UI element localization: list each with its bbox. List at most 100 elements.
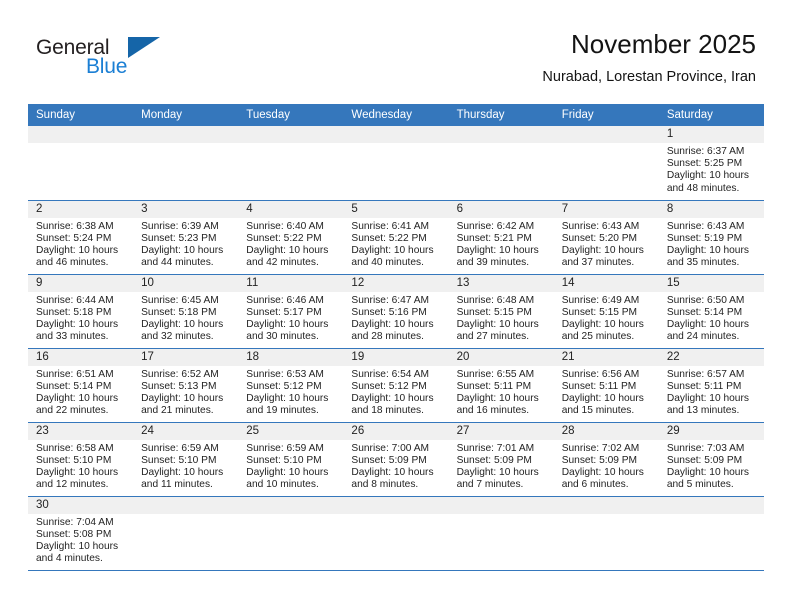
day-cell-details: Sunrise: 6:43 AM Sunset: 5:20 PM Daylight:… — [554, 218, 659, 270]
sunset-text: Sunset: 5:24 PM — [36, 232, 112, 244]
calendar-empty-cell — [553, 126, 659, 201]
day-number — [553, 496, 659, 514]
sunrise-text: Sunrise: 6:40 AM — [246, 220, 324, 232]
calendar-weekday-header: Sunday Monday Tuesday Wednesday Thursday… — [28, 104, 764, 126]
day-cell-inner: 23 Sunrise: 6:58 AM Sunset: 5:10 PM Dayligh… — [28, 422, 134, 496]
calendar-day-cell[interactable]: 3 Sunrise: 6:39 AM Sunset: 5:23 PM Daylight… — [133, 200, 239, 275]
day-cell-details: Sunrise: 6:45 AM Sunset: 5:18 PM Daylight:… — [133, 292, 238, 344]
sunset-text: Sunset: 5:18 PM — [141, 306, 217, 318]
day-cell-inner: 15 Sunrise: 6:50 AM Sunset: 5:14 PM Dayligh… — [658, 274, 764, 348]
day-cell-details: Sunrise: 6:40 AM Sunset: 5:22 PM Daylight:… — [238, 218, 343, 270]
general-blue-logo[interactable]: General Blue — [36, 36, 216, 84]
calendar-day-cell[interactable]: 12 Sunrise: 6:47 AM Sunset: 5:16 PM Dayligh… — [343, 274, 449, 349]
sunrise-text: Sunrise: 6:49 AM — [561, 294, 640, 306]
day-cell-details: Sunrise: 6:49 AM Sunset: 5:15 PM Daylight:… — [554, 292, 659, 344]
calendar-day-cell[interactable]: 5 Sunrise: 6:41 AM Sunset: 5:22 PM Daylight… — [343, 200, 449, 275]
calendar-empty-cell — [133, 126, 239, 201]
calendar-day-cell[interactable]: 2 Sunrise: 6:38 AM Sunset: 5:24 PM Daylight… — [28, 200, 134, 275]
day-number: 28 — [553, 422, 659, 440]
day-number: 13 — [448, 274, 554, 292]
day-cell-details: Sunrise: 6:57 AM Sunset: 5:11 PM Daylight:… — [659, 366, 764, 418]
day-cell-inner — [28, 126, 134, 200]
daylight-text: Daylight: 10 hours and 42 minutes. — [246, 244, 329, 269]
day-number — [343, 496, 449, 514]
day-cell-inner: 2 Sunrise: 6:38 AM Sunset: 5:24 PM Daylight… — [28, 200, 134, 274]
sunset-text: Sunset: 5:17 PM — [246, 306, 322, 318]
daylight-text: Daylight: 10 hours and 44 minutes. — [141, 244, 224, 269]
calendar-empty-cell — [448, 126, 554, 201]
calendar-empty-cell — [448, 496, 554, 571]
daylight-text: Daylight: 10 hours and 6 minutes. — [561, 466, 644, 491]
calendar-day-cell[interactable]: 10 Sunrise: 6:45 AM Sunset: 5:18 PM Dayligh… — [133, 274, 239, 349]
day-number — [658, 496, 764, 514]
day-cell-details: Sunrise: 6:59 AM Sunset: 5:10 PM Daylight:… — [133, 440, 238, 492]
day-cell-details: Sunrise: 6:47 AM Sunset: 5:16 PM Daylight:… — [343, 292, 448, 344]
daylight-text: Daylight: 10 hours and 12 minutes. — [36, 466, 119, 491]
day-cell-details: Sunrise: 6:55 AM Sunset: 5:11 PM Daylight:… — [449, 366, 554, 418]
day-cell-details: Sunrise: 6:50 AM Sunset: 5:14 PM Daylight:… — [659, 292, 764, 344]
day-cell-inner: 29 Sunrise: 7:03 AM Sunset: 5:09 PM Dayligh… — [658, 422, 764, 496]
day-cell-details: Sunrise: 6:37 AM Sunset: 5:25 PM Daylight:… — [659, 143, 764, 195]
calendar-day-cell[interactable]: 18 Sunrise: 6:53 AM Sunset: 5:12 PM Dayligh… — [238, 348, 344, 423]
calendar-day-cell[interactable]: 29 Sunrise: 7:03 AM Sunset: 5:09 PM Dayligh… — [658, 422, 764, 497]
calendar-day-cell[interactable]: 7 Sunrise: 6:43 AM Sunset: 5:20 PM Daylight… — [553, 200, 659, 275]
sunrise-text: Sunrise: 6:56 AM — [561, 368, 640, 380]
day-cell-details: Sunrise: 6:59 AM Sunset: 5:10 PM Daylight:… — [238, 440, 343, 492]
day-number — [343, 126, 449, 143]
calendar-day-cell[interactable]: 26 Sunrise: 7:00 AM Sunset: 5:09 PM Dayligh… — [343, 422, 449, 497]
calendar-day-cell[interactable]: 16 Sunrise: 6:51 AM Sunset: 5:14 PM Dayligh… — [28, 348, 134, 423]
calendar-day-cell[interactable]: 17 Sunrise: 6:52 AM Sunset: 5:13 PM Dayligh… — [133, 348, 239, 423]
day-cell-inner: 30 Sunrise: 7:04 AM Sunset: 5:08 PM Dayligh… — [28, 496, 134, 570]
sunset-text: Sunset: 5:09 PM — [666, 454, 743, 466]
calendar-day-cell[interactable]: 9 Sunrise: 6:44 AM Sunset: 5:18 PM Daylight… — [28, 274, 134, 349]
calendar-day-cell[interactable]: 25 Sunrise: 6:59 AM Sunset: 5:10 PM Dayligh… — [238, 422, 344, 497]
day-number: 11 — [238, 274, 344, 292]
day-cell-inner: 16 Sunrise: 6:51 AM Sunset: 5:14 PM Dayligh… — [28, 348, 134, 422]
page-title: November 2025 — [571, 29, 756, 59]
calendar-day-cell[interactable]: 13 Sunrise: 6:48 AM Sunset: 5:15 PM Dayligh… — [448, 274, 554, 349]
sunset-text: Sunset: 5:09 PM — [351, 454, 427, 466]
daylight-text: Daylight: 10 hours and 30 minutes. — [246, 318, 329, 343]
calendar-day-cell[interactable]: 8 Sunrise: 6:43 AM Sunset: 5:19 PM Daylight… — [658, 200, 764, 275]
weekday-header-sunday: Sunday — [28, 104, 134, 126]
day-cell-inner — [343, 496, 449, 570]
calendar-day-cell[interactable]: 6 Sunrise: 6:42 AM Sunset: 5:21 PM Daylight… — [448, 200, 554, 275]
calendar-body: 1 Sunrise: 6:37 AM Sunset: 5:25 PM Daylight… — [28, 126, 764, 571]
sunset-text: Sunset: 5:22 PM — [351, 232, 427, 244]
daylight-text: Daylight: 10 hours and 28 minutes. — [351, 318, 434, 343]
calendar-day-cell[interactable]: 21 Sunrise: 6:56 AM Sunset: 5:11 PM Dayligh… — [553, 348, 659, 423]
day-cell-inner: 21 Sunrise: 6:56 AM Sunset: 5:11 PM Dayligh… — [553, 348, 659, 422]
day-cell-inner: 25 Sunrise: 6:59 AM Sunset: 5:10 PM Dayligh… — [238, 422, 344, 496]
day-number: 22 — [658, 348, 764, 366]
calendar-day-cell[interactable]: 4 Sunrise: 6:40 AM Sunset: 5:22 PM Daylight… — [238, 200, 344, 275]
calendar-day-cell[interactable]: 15 Sunrise: 6:50 AM Sunset: 5:14 PM Dayligh… — [658, 274, 764, 349]
sunset-text: Sunset: 5:13 PM — [141, 380, 217, 392]
day-cell-inner: 6 Sunrise: 6:42 AM Sunset: 5:21 PM Daylight… — [448, 200, 554, 274]
calendar-week-row: 9 Sunrise: 6:44 AM Sunset: 5:18 PM Daylight… — [28, 274, 764, 349]
sunrise-text: Sunrise: 6:42 AM — [456, 220, 535, 232]
calendar-day-cell[interactable]: 14 Sunrise: 6:49 AM Sunset: 5:15 PM Dayligh… — [553, 274, 659, 349]
calendar-day-cell[interactable]: 20 Sunrise: 6:55 AM Sunset: 5:11 PM Dayligh… — [448, 348, 554, 423]
day-cell-details: Sunrise: 6:52 AM Sunset: 5:13 PM Daylight:… — [133, 366, 238, 418]
calendar-day-cell[interactable]: 27 Sunrise: 7:01 AM Sunset: 5:09 PM Dayligh… — [448, 422, 554, 497]
day-number: 30 — [28, 496, 134, 514]
daylight-text: Daylight: 10 hours and 10 minutes. — [246, 466, 329, 491]
sunset-text: Sunset: 5:09 PM — [456, 454, 532, 466]
calendar-day-cell[interactable]: 24 Sunrise: 6:59 AM Sunset: 5:10 PM Dayligh… — [133, 422, 239, 497]
daylight-text: Daylight: 10 hours and 16 minutes. — [456, 392, 539, 417]
day-number — [133, 126, 239, 143]
calendar-day-cell[interactable]: 28 Sunrise: 7:02 AM Sunset: 5:09 PM Dayligh… — [553, 422, 659, 497]
daylight-text: Daylight: 10 hours and 24 minutes. — [666, 318, 749, 343]
calendar-day-cell[interactable]: 23 Sunrise: 6:58 AM Sunset: 5:10 PM Dayligh… — [28, 422, 134, 497]
sunrise-text: Sunrise: 6:54 AM — [351, 368, 430, 380]
calendar-day-cell[interactable]: 19 Sunrise: 6:54 AM Sunset: 5:12 PM Dayligh… — [343, 348, 449, 423]
calendar-day-cell[interactable]: 30 Sunrise: 7:04 AM Sunset: 5:08 PM Dayligh… — [28, 496, 134, 571]
weekday-header-tuesday: Tuesday — [238, 104, 344, 126]
calendar-day-cell[interactable]: 22 Sunrise: 6:57 AM Sunset: 5:11 PM Dayligh… — [658, 348, 764, 423]
sunrise-text: Sunrise: 6:44 AM — [36, 294, 114, 306]
calendar-day-cell[interactable]: 1 Sunrise: 6:37 AM Sunset: 5:25 PM Daylight… — [658, 126, 764, 201]
sunrise-text: Sunrise: 6:53 AM — [246, 368, 324, 380]
calendar-empty-cell — [28, 126, 134, 201]
calendar-day-cell[interactable]: 11 Sunrise: 6:46 AM Sunset: 5:17 PM Dayligh… — [238, 274, 344, 349]
day-cell-inner — [553, 496, 659, 570]
